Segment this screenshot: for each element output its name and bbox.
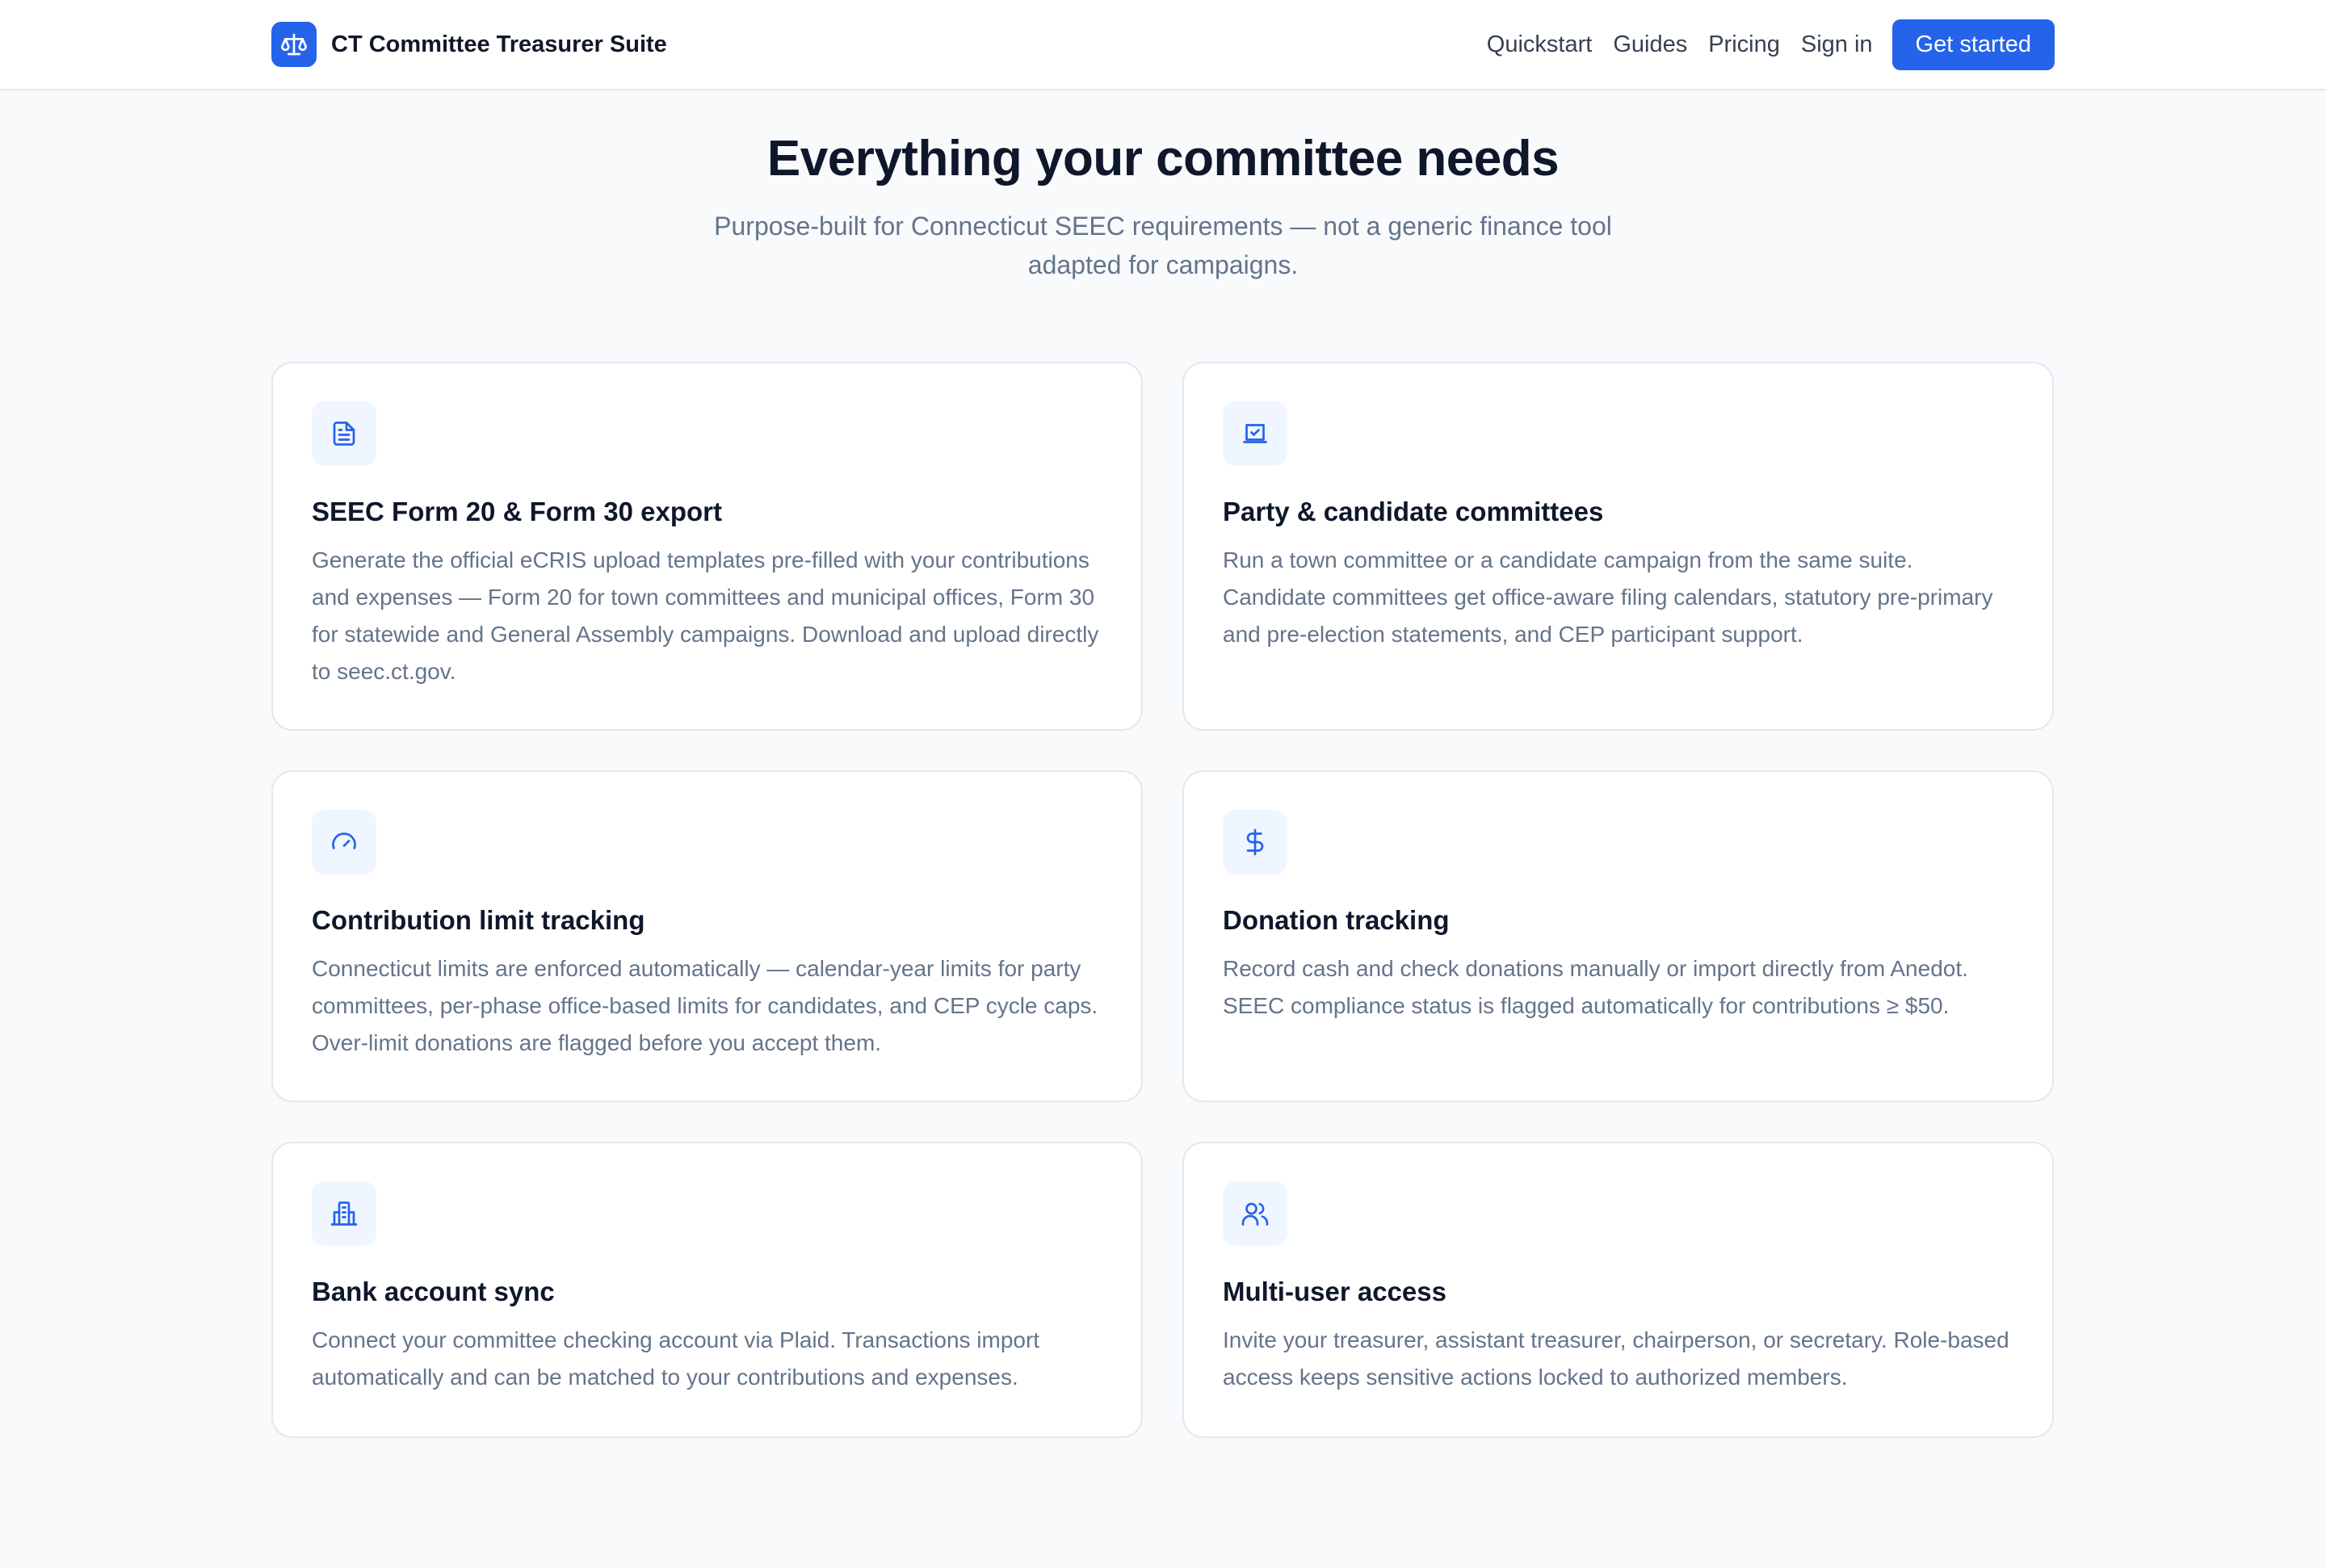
bank-building-icon [312,1181,376,1246]
feature-description: Connecticut limits are enforced automati… [312,956,1098,1055]
nav-links: Quickstart Guides Pricing Sign in Get st… [1487,19,2055,70]
nav-link-guides[interactable]: Guides [1613,31,1687,58]
document-icon [312,401,376,466]
nav-link-sign-in[interactable]: Sign in [1801,31,1873,58]
feature-card-bank-sync: Bank account sync Connect your committee… [271,1142,1143,1438]
page-subtitle: Purpose-built for Connecticut SEEC requi… [714,212,1612,279]
feature-card-donation-tracking: Donation tracking Record cash and check … [1182,770,2054,1102]
feature-card-seec-export: SEEC Form 20 & Form 30 export Generate t… [271,362,1143,731]
feature-title: Contribution limit tracking [312,905,645,935]
hero: Everything your committee needs Purpose-… [0,121,2326,284]
feature-title: Donation tracking [1223,905,1450,935]
nav-link-pricing[interactable]: Pricing [1708,31,1780,58]
gauge-icon [312,810,376,874]
nav-link-quickstart[interactable]: Quickstart [1487,31,1593,58]
feature-description: Record cash and check donations manually… [1223,956,1968,1018]
feature-card-multi-user: Multi-user access Invite your treasurer,… [1182,1142,2054,1438]
feature-title: Party & candidate committees [1223,497,1604,526]
feature-card-committees: Party & candidate committees Run a town … [1182,362,2054,731]
brand-name: CT Committee Treasurer Suite [331,31,667,57]
page-title: Everything your committee needs [766,131,1560,187]
feature-title: SEEC Form 20 & Form 30 export [312,497,722,526]
feature-description: Invite your treasurer, assistant treasur… [1223,1327,2009,1390]
dollar-icon [1223,810,1287,874]
feature-description: Run a town committee or a candidate camp… [1223,547,1993,647]
get-started-button[interactable]: Get started [1891,19,2055,70]
feature-card-limit-tracking: Contribution limit tracking Connecticut … [271,770,1143,1102]
feature-description: Generate the official eCRIS upload templ… [312,547,1099,684]
scales-icon [271,22,317,67]
ballot-box-icon [1223,401,1287,466]
users-icon [1223,1181,1287,1246]
feature-title: Multi-user access [1223,1277,1446,1306]
feature-description: Connect your committee checking account … [312,1327,1040,1390]
top-nav: CT Committee Treasurer Suite Quickstart … [0,0,2326,90]
feature-title: Bank account sync [312,1277,555,1306]
brand[interactable]: CT Committee Treasurer Suite [271,22,667,67]
